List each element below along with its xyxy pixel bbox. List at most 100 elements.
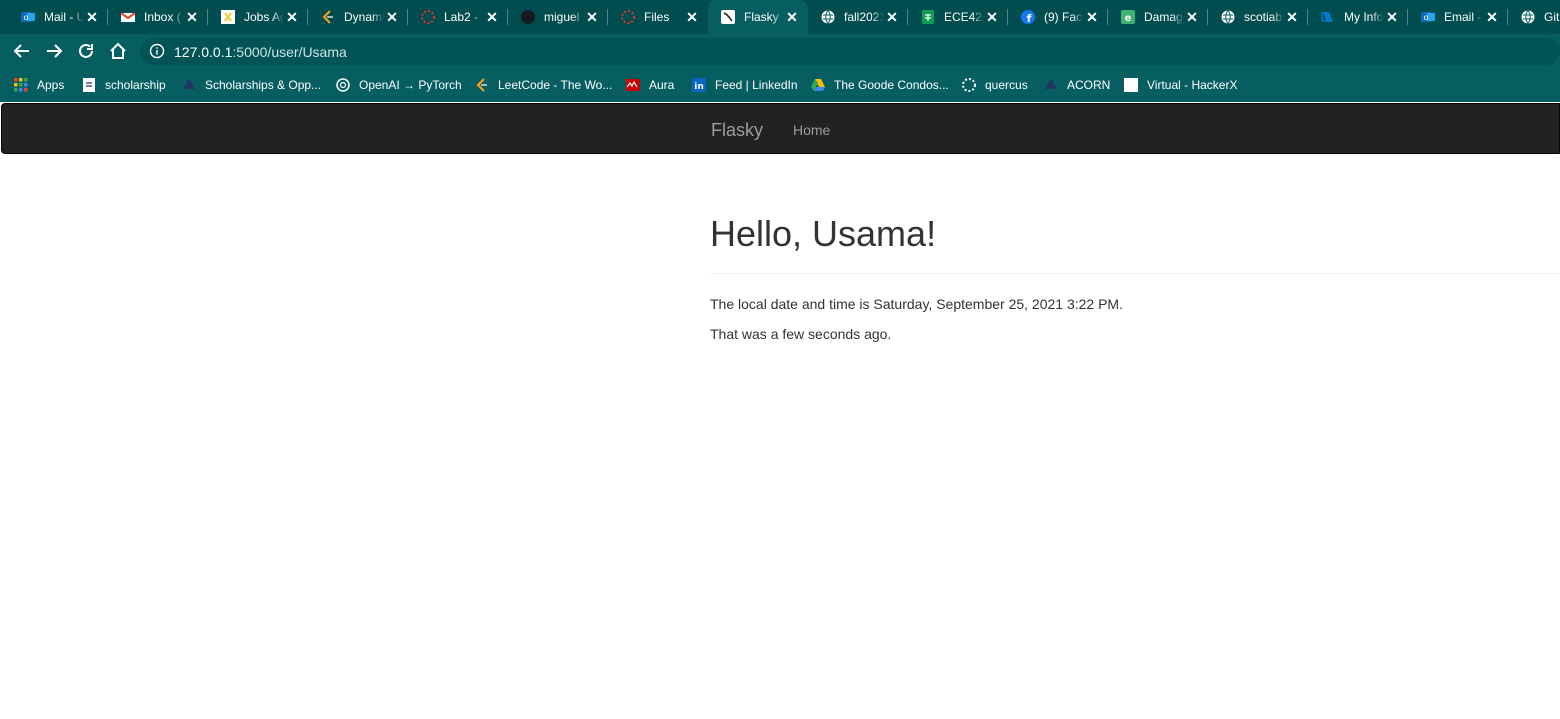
address-bar[interactable]: 127.0.0.1:5000/user/Usama: [140, 38, 1560, 65]
bookmark-6[interactable]: in Feed | LinkedIn: [691, 76, 798, 94]
bookmark-3[interactable]: OpenAI → PyTorch: [335, 76, 462, 94]
close-icon[interactable]: ✕: [584, 9, 600, 25]
tab-strip: oMail - Usama✕Inbox (✕XJobs Aggregator✕D…: [0, 0, 1560, 34]
outlook-icon: o: [20, 9, 36, 25]
tab-title: Lab2 -: [444, 10, 479, 24]
forward-button[interactable]: [42, 39, 66, 63]
tab-2[interactable]: X Jobs Aggregator✕: [208, 0, 308, 34]
home-button[interactable]: [106, 39, 130, 63]
close-icon[interactable]: ✕: [84, 9, 100, 25]
close-icon[interactable]: ✕: [1184, 9, 1200, 25]
tab-9[interactable]: ECE421✕: [908, 0, 1008, 34]
bookmark-0[interactable]: Apps: [13, 76, 64, 94]
tab-title: Mail - Usama: [44, 10, 84, 24]
tab-13[interactable]: My Info ✕: [1308, 0, 1408, 34]
url-path: :5000/user/Usama: [232, 44, 347, 60]
bookmark-4[interactable]: LeetCode - The Wo...: [474, 76, 612, 94]
bookmark-1[interactable]: scholarship: [81, 76, 166, 94]
tab-title: Damage: [1144, 10, 1184, 24]
outlook-icon: o: [1420, 9, 1436, 25]
arrow-left-icon: [13, 44, 29, 58]
leetcode-icon: [320, 9, 336, 25]
tab-title: Flasky: [744, 10, 779, 24]
page-title: Hello, Usama!: [710, 213, 937, 254]
tab-7[interactable]: Flasky ✕: [708, 0, 808, 34]
bookmark-8[interactable]: quercus: [961, 76, 1028, 94]
browser-toolbar: 127.0.0.1:5000/user/Usama: [0, 34, 1560, 68]
leetcode-icon: [474, 77, 490, 93]
tab-8[interactable]: fall2021 ✕: [808, 0, 908, 34]
tab-6[interactable]: Files ✕: [608, 0, 708, 34]
svg-text:o: o: [1424, 13, 1429, 22]
close-icon[interactable]: ✕: [984, 9, 1000, 25]
bookmark-label: Apps: [37, 78, 65, 92]
tab-3[interactable]: Dynamic✕: [308, 0, 408, 34]
close-icon[interactable]: ✕: [1484, 9, 1500, 25]
tab-title: Jobs Aggregator: [244, 10, 284, 24]
site-info-icon[interactable]: [149, 43, 165, 59]
bookmark-label: Aura: [649, 78, 675, 92]
tab-4[interactable]: Lab2 - ✕: [408, 0, 508, 34]
close-icon[interactable]: ✕: [1284, 9, 1300, 25]
nav-link-home[interactable]: Home: [793, 122, 830, 138]
close-icon[interactable]: ✕: [884, 9, 900, 25]
reload-icon: [79, 43, 93, 58]
close-icon[interactable]: ✕: [784, 9, 800, 25]
tab-12[interactable]: scotiabank✕: [1208, 0, 1308, 34]
tab-15[interactable]: GitHub✕: [1508, 0, 1560, 34]
tab-11[interactable]: e Damage✕: [1108, 0, 1208, 34]
tab-1[interactable]: Inbox (✕: [108, 0, 208, 34]
close-icon[interactable]: ✕: [184, 9, 200, 25]
url-text[interactable]: 127.0.0.1:5000/user/Usama: [174, 44, 347, 60]
quercus-icon: [620, 9, 636, 25]
tab-0[interactable]: o Mail - Usama✕: [8, 0, 108, 34]
quercus-icon: [961, 77, 977, 93]
close-icon[interactable]: ✕: [1084, 9, 1100, 25]
tab-title: ECE421: [944, 10, 984, 24]
drive-icon: [810, 77, 826, 93]
x-icon: X: [220, 9, 236, 25]
bookmark-label: scholarship: [105, 78, 166, 92]
svg-text:X: X: [1127, 79, 1136, 92]
navbar-brand[interactable]: Flasky: [711, 120, 763, 141]
bookmark-label: OpenAI → PyTorch: [359, 78, 462, 92]
reload-button[interactable]: [74, 39, 98, 63]
azure-icon: [1320, 9, 1336, 25]
bookmark-label: Scholarships & Opp...: [205, 78, 322, 92]
close-icon[interactable]: ✕: [284, 9, 300, 25]
apps-grid-icon: [13, 77, 29, 93]
site-navbar: Flasky Home: [1, 103, 1560, 154]
bookmark-5[interactable]: Aura: [625, 76, 674, 94]
tab-title: (9) Facebook: [1044, 10, 1084, 24]
bookmark-9[interactable]: ACORN: [1043, 76, 1110, 94]
close-icon[interactable]: ✕: [484, 9, 500, 25]
linkedin-icon: in: [691, 77, 707, 93]
tab-10[interactable]: f (9) Facebook✕: [1008, 0, 1108, 34]
bookmark-2[interactable]: Scholarships & Opp...: [181, 76, 321, 94]
svg-text:o: o: [24, 13, 29, 22]
svg-text:f: f: [1027, 12, 1032, 25]
scholarship-icon: [81, 77, 97, 93]
e-icon: e: [1120, 9, 1136, 25]
bookmarks-bar: Apps scholarship Scholarships & Opp... Open…: [0, 68, 1560, 102]
tab-14[interactable]: o Email - ✕: [1408, 0, 1508, 34]
aura-icon: [625, 77, 641, 93]
sheets-icon: [920, 9, 936, 25]
close-icon[interactable]: ✕: [1384, 9, 1400, 25]
tab-title: Files: [644, 10, 670, 24]
tab-title: miguel: [544, 10, 580, 24]
url-host: 127.0.0.1: [174, 44, 233, 60]
bookmark-10[interactable]: X Virtual - HackerX: [1123, 76, 1237, 94]
globe-icon: [820, 9, 836, 25]
globe-icon: [1520, 9, 1536, 25]
tab-5[interactable]: miguel ✕: [508, 0, 608, 34]
x-icon: X: [1123, 77, 1139, 93]
tab-title: fall2021: [844, 10, 884, 24]
close-icon[interactable]: ✕: [384, 9, 400, 25]
back-button[interactable]: [10, 39, 34, 63]
home-icon: [110, 42, 126, 59]
bookmark-label: The Goode Condos...: [834, 78, 949, 92]
close-icon[interactable]: ✕: [684, 9, 700, 25]
bookmark-7[interactable]: The Goode Condos...: [810, 76, 949, 94]
svg-text:in: in: [694, 82, 704, 92]
